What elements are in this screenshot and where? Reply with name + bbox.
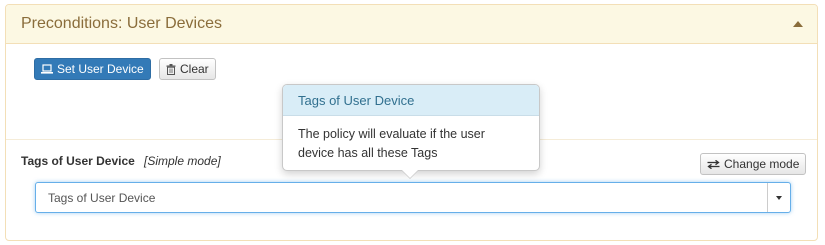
- tags-help-popover: Tags of User Device The policy will eval…: [282, 84, 540, 179]
- clear-button[interactable]: Clear: [159, 58, 216, 80]
- popover-title: Tags of User Device: [283, 85, 539, 116]
- caret-down-icon[interactable]: [767, 183, 790, 212]
- popover-line-1: The policy will evaluate if the user: [298, 127, 485, 141]
- clear-label: Clear: [180, 62, 209, 76]
- swap-icon: [707, 159, 720, 169]
- caret-up-icon[interactable]: [791, 17, 805, 31]
- panel-title: Preconditions: User Devices: [21, 15, 222, 32]
- trash-icon: [166, 63, 176, 75]
- tags-select[interactable]: Tags of User Device: [35, 182, 791, 213]
- laptop-icon: [41, 64, 53, 74]
- field-label: Tags of User Device: [21, 154, 135, 168]
- change-mode-label: Change mode: [724, 157, 800, 171]
- set-user-device-label: Set User Device: [57, 62, 144, 76]
- popover-line-2: device has all these Tags: [298, 146, 438, 160]
- field-mode-indicator: [Simple mode]: [144, 154, 221, 168]
- change-mode-button[interactable]: Change mode: [700, 153, 807, 175]
- popover-content: The policy will evaluate if the user dev…: [283, 116, 539, 163]
- set-user-device-button[interactable]: Set User Device: [34, 58, 151, 80]
- panel-heading[interactable]: Preconditions: User Devices: [6, 5, 817, 44]
- tags-select-placeholder: Tags of User Device: [48, 191, 156, 205]
- popover-arrow-inner: [402, 170, 418, 178]
